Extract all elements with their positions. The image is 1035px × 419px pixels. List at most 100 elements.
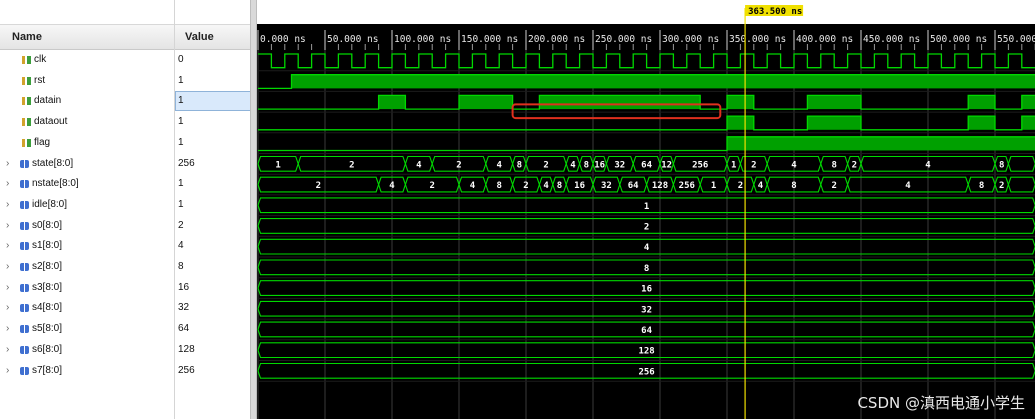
signal-row[interactable]: › s5[8:0] bbox=[0, 319, 174, 339]
bus-value-label: 256 bbox=[692, 160, 708, 170]
signal-value-cell[interactable]: 2 bbox=[175, 216, 251, 236]
signal-value-cell[interactable]: 1 bbox=[175, 195, 251, 215]
signal-row[interactable]: › idle[8:0] bbox=[0, 195, 174, 215]
expand-chevron-icon[interactable]: › bbox=[6, 319, 9, 339]
expand-chevron-icon[interactable]: › bbox=[6, 236, 9, 256]
ruler-tick-label: 350.000 ns bbox=[729, 34, 786, 45]
bus-signal-icon bbox=[20, 345, 29, 354]
signal-value-cell[interactable]: 256 bbox=[175, 361, 251, 381]
signal-value-cell[interactable]: 1 bbox=[175, 112, 251, 132]
bit-signal-icon bbox=[22, 76, 31, 85]
waveform-fill bbox=[539, 95, 701, 110]
expand-chevron-icon[interactable]: › bbox=[6, 195, 9, 215]
expand-chevron-icon[interactable]: › bbox=[6, 174, 9, 194]
signal-value-cell[interactable]: 4 bbox=[175, 236, 251, 256]
bus-segment bbox=[1007, 176, 1035, 193]
bus-value-label: 4 bbox=[496, 160, 502, 170]
bus-value-label: 4 bbox=[570, 160, 576, 170]
signal-row[interactable]: › s7[8:0] bbox=[0, 361, 174, 381]
signal-value-cell[interactable]: 64 bbox=[175, 319, 251, 339]
bus-signal-icon bbox=[20, 366, 29, 375]
signal-value-cell[interactable]: 1 bbox=[175, 174, 251, 194]
expand-chevron-icon[interactable]: › bbox=[6, 154, 9, 174]
name-header-label: Name bbox=[12, 31, 42, 43]
expand-chevron-icon[interactable]: › bbox=[6, 361, 9, 381]
waveform-fill bbox=[807, 116, 861, 130]
signal-value-cell[interactable]: 0 bbox=[175, 50, 251, 70]
signal-value-text: 16 bbox=[178, 281, 190, 293]
signal-name-label: s5[8:0] bbox=[32, 323, 63, 335]
bus-signal-icon bbox=[20, 304, 29, 313]
signal-value-text: 256 bbox=[178, 364, 195, 376]
signal-name-label: dataout bbox=[34, 116, 68, 128]
waveform-fill bbox=[968, 116, 995, 130]
signal-row[interactable]: › s6[8:0] bbox=[0, 340, 174, 360]
signal-row[interactable]: dataout bbox=[0, 112, 174, 132]
signal-value-cell[interactable]: 16 bbox=[175, 278, 251, 298]
signal-name-label: s4[8:0] bbox=[32, 302, 63, 314]
signal-name-label: s3[8:0] bbox=[32, 281, 63, 293]
expand-chevron-icon[interactable]: › bbox=[6, 298, 9, 318]
bus-value-label: 2 bbox=[831, 181, 836, 191]
signal-row[interactable]: rst bbox=[0, 71, 174, 91]
ruler-tick-label: 250.000 ns bbox=[595, 34, 652, 45]
bus-value-label: 8 bbox=[644, 264, 649, 274]
bus-value-label: 32 bbox=[601, 181, 612, 191]
expand-chevron-icon[interactable]: › bbox=[6, 257, 9, 277]
ruler-top-strip bbox=[257, 0, 1035, 24]
waveform-area[interactable]: 0.000 ns 50.000 ns 100.000 ns 150.000 ns 200… bbox=[257, 0, 1035, 419]
signal-row[interactable]: › s0[8:0] bbox=[0, 216, 174, 236]
value-column-header[interactable]: Value bbox=[175, 24, 251, 50]
waveform-fill bbox=[1021, 116, 1035, 130]
signal-value-cell[interactable]: 256 bbox=[175, 154, 251, 174]
waveform-fill bbox=[378, 95, 406, 110]
signal-row[interactable]: datain bbox=[0, 91, 174, 111]
signal-row[interactable]: › state[8:0] bbox=[0, 154, 174, 174]
signal-row[interactable]: › s1[8:0] bbox=[0, 236, 174, 256]
signal-value-text: 1 bbox=[178, 116, 184, 128]
value-panel-top bbox=[175, 0, 251, 24]
signal-value-cell[interactable]: 1 bbox=[175, 91, 251, 112]
signal-value-text: 1 bbox=[178, 198, 184, 210]
bus-value-label: 1 bbox=[711, 181, 716, 191]
signal-value-cell[interactable]: 8 bbox=[175, 257, 251, 277]
panel-splitter[interactable] bbox=[250, 0, 257, 419]
signal-name-label: s0[8:0] bbox=[32, 219, 63, 231]
value-header-label: Value bbox=[185, 31, 214, 43]
bus-signal-icon bbox=[20, 242, 29, 251]
name-column-header[interactable]: Name bbox=[0, 24, 174, 50]
signal-row[interactable]: › s4[8:0] bbox=[0, 298, 174, 318]
bus-value-label: 1 bbox=[731, 160, 736, 170]
bus-signal-icon bbox=[20, 263, 29, 271]
bus-value-label: 16 bbox=[641, 285, 652, 295]
bit-signal-icon bbox=[22, 97, 31, 106]
signal-name-label: nstate[8:0] bbox=[32, 178, 79, 190]
signal-row[interactable]: › s2[8:0] bbox=[0, 257, 174, 277]
signal-row[interactable]: › nstate[8:0] bbox=[0, 174, 174, 194]
signal-row[interactable]: flag bbox=[0, 133, 174, 153]
signal-row[interactable]: › s3[8:0] bbox=[0, 278, 174, 298]
bus-value-label: 128 bbox=[638, 347, 654, 357]
signal-name-label: idle[8:0] bbox=[32, 198, 68, 210]
signal-name-label: rst bbox=[34, 74, 46, 86]
signal-value-text: 0 bbox=[178, 54, 184, 65]
ruler-tick-label: 400.000 ns bbox=[796, 34, 853, 45]
signal-row[interactable]: clk bbox=[0, 50, 174, 70]
signal-value-cell[interactable]: 1 bbox=[175, 71, 251, 91]
bus-value-label: 8 bbox=[517, 160, 522, 170]
bus-value-label: 2 bbox=[999, 181, 1004, 191]
signal-value-cell[interactable]: 128 bbox=[175, 340, 251, 360]
bus-value-label: 2 bbox=[738, 181, 743, 191]
expand-chevron-icon[interactable]: › bbox=[6, 216, 9, 236]
bus-value-label: 128 bbox=[652, 181, 668, 191]
signal-value-cell[interactable]: 32 bbox=[175, 298, 251, 318]
bus-value-label: 8 bbox=[557, 181, 562, 191]
signal-value-text: 1 bbox=[178, 178, 184, 190]
expand-chevron-icon[interactable]: › bbox=[6, 340, 9, 360]
waveform-fill bbox=[459, 95, 513, 110]
bus-value-label: 2 bbox=[523, 181, 528, 191]
bit-signal-icon bbox=[22, 118, 31, 127]
signal-value-cell[interactable]: 1 bbox=[175, 133, 251, 153]
expand-chevron-icon[interactable]: › bbox=[6, 278, 9, 298]
bus-value-label: 12 bbox=[661, 160, 672, 170]
